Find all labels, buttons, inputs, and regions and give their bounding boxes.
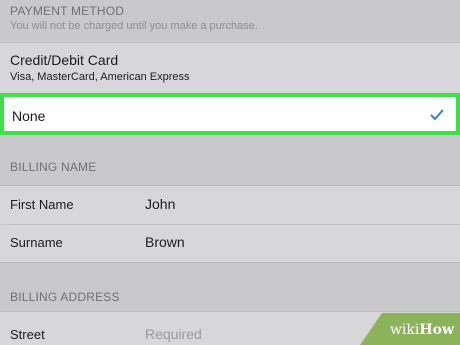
none-label: None: [12, 108, 46, 124]
watermark-how: How: [419, 322, 454, 338]
payment-option-credit-card[interactable]: Credit/Debit Card Visa, MasterCard, Amer…: [0, 43, 460, 93]
checkmark-icon: [430, 109, 444, 120]
surname-label: Surname: [10, 235, 63, 250]
watermark-text: wikiHow: [390, 322, 454, 338]
surname-row[interactable]: Surname Brown: [0, 225, 460, 262]
surname-field[interactable]: Brown: [145, 234, 185, 250]
credit-card-detail: Visa, MasterCard, American Express: [10, 71, 190, 83]
billing-name-header: BILLING NAME: [0, 135, 460, 185]
credit-card-label: Credit/Debit Card: [10, 52, 119, 68]
street-field[interactable]: Required: [145, 326, 202, 342]
street-label: Street: [10, 327, 45, 342]
watermark-wiki: wiki: [389, 322, 420, 338]
billing-address-header: BILLING ADDRESS: [0, 263, 460, 311]
billing-name-title: BILLING NAME: [10, 160, 97, 174]
wikihow-watermark: wikiHow: [360, 313, 460, 345]
billing-address-title: BILLING ADDRESS: [10, 290, 120, 304]
first-name-label: First Name: [10, 197, 74, 212]
payment-method-title: PAYMENT METHOD: [10, 4, 125, 18]
first-name-row[interactable]: First Name John: [0, 186, 460, 224]
payment-method-subtitle: You will not be charged until you make a…: [10, 20, 258, 32]
first-name-field[interactable]: John: [145, 196, 175, 212]
payment-method-header: PAYMENT METHOD You will not be charged u…: [0, 0, 460, 42]
payment-option-none[interactable]: None: [0, 93, 460, 135]
